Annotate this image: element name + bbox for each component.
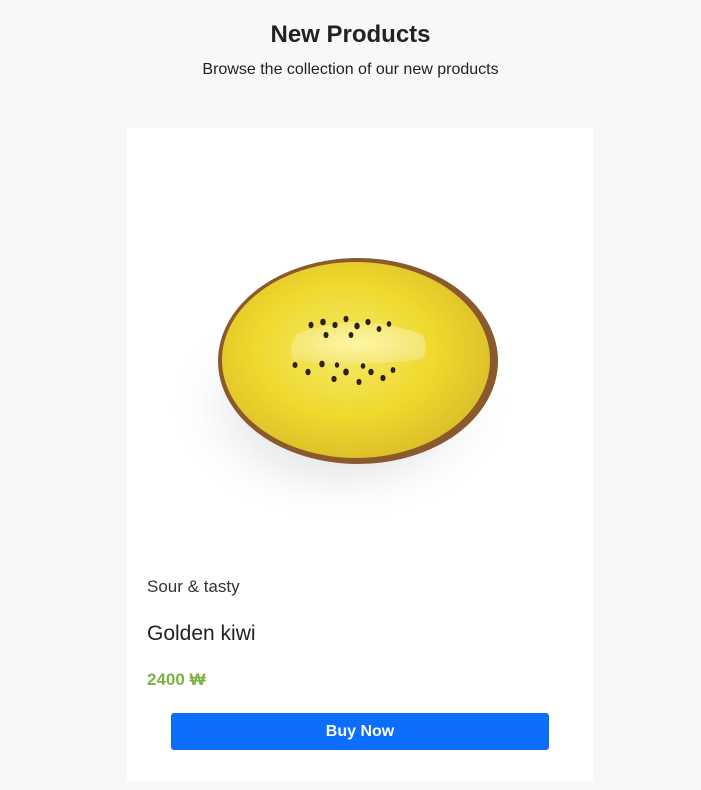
page-subtitle: Browse the collection of our new product… (202, 61, 499, 78)
page: New Products Browse the collection of ou… (0, 0, 701, 790)
page-title: New Products (270, 21, 431, 48)
product-name: Golden kiwi (147, 622, 256, 645)
buy-now-button[interactable]: Buy Now (171, 713, 549, 750)
product-price: 2400 ₩ (147, 670, 206, 689)
product-image (127, 128, 593, 558)
kiwi-illustration (166, 258, 516, 524)
product-tagline: Sour & tasty (147, 577, 240, 596)
product-card: Sour & tasty Golden kiwi 2400 ₩ Buy Now (127, 128, 593, 781)
